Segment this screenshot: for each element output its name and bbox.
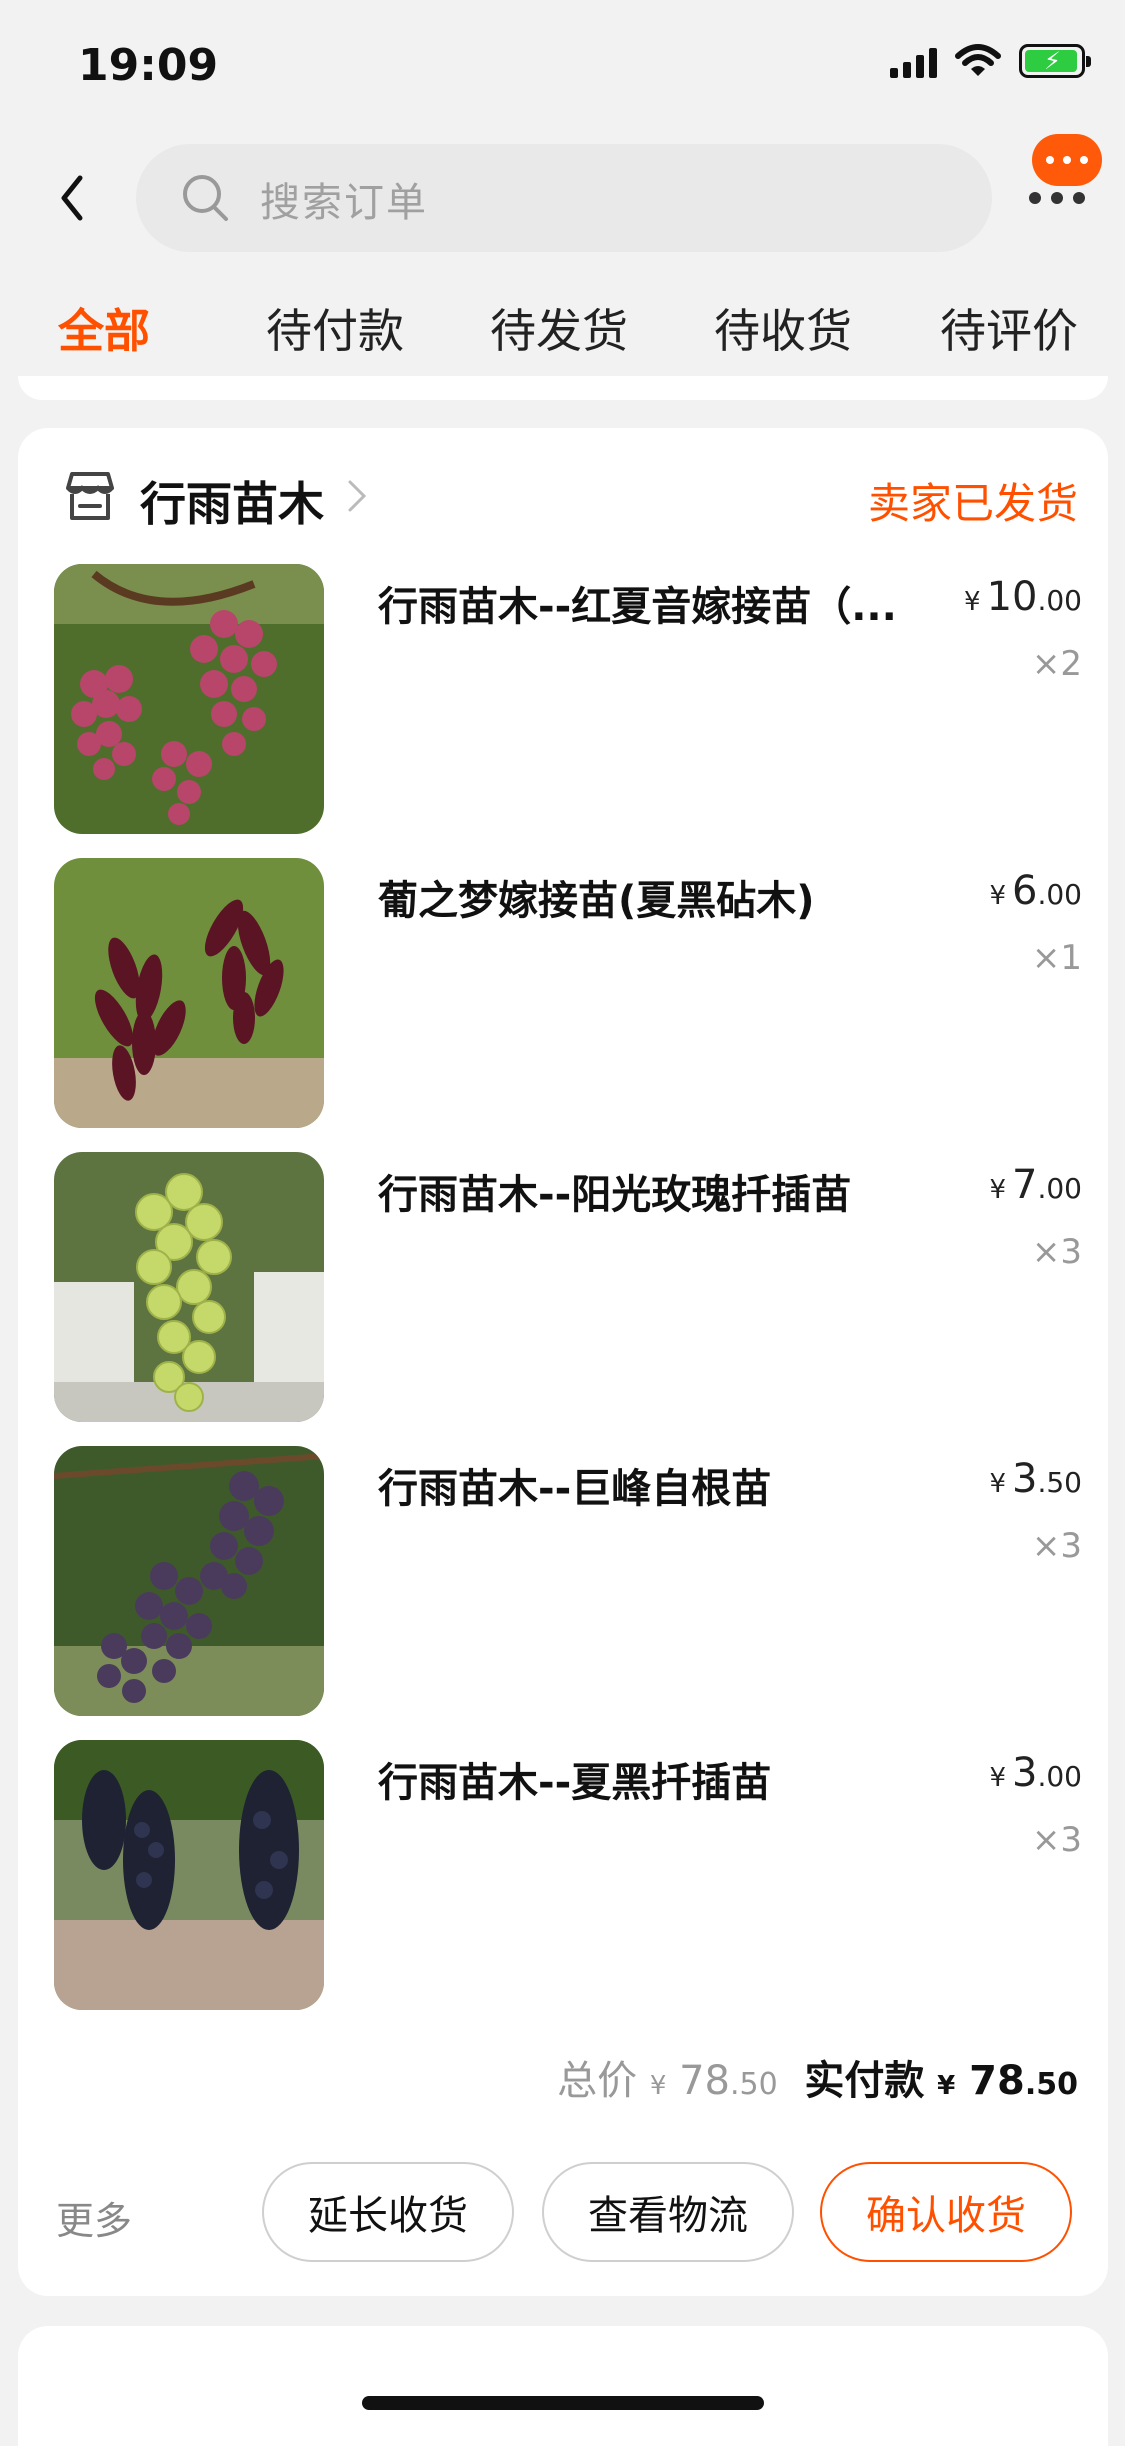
paid-amount-value: ¥ 78.50	[937, 2058, 1078, 2104]
order-item[interactable]: 葡之梦嫁接苗(夏黑砧木) ¥6.00 ×1	[54, 858, 1082, 1128]
product-image	[54, 1740, 324, 2010]
back-arrow-icon[interactable]	[52, 168, 92, 228]
item-quantity: ×3	[1031, 1526, 1082, 1566]
shop-icon	[66, 472, 114, 520]
item-price: ¥3.00	[989, 1750, 1082, 1796]
chevron-right-icon	[348, 480, 367, 512]
tab-all[interactable]: 全部	[58, 295, 150, 361]
search-bar[interactable]: 搜索订单	[136, 144, 992, 252]
order-item[interactable]: 行雨苗木--红夏音嫁接苗（... ¥10.00 ×2	[54, 564, 1082, 834]
total-price-label: 总价	[557, 2058, 638, 2104]
search-icon	[183, 175, 228, 221]
more-menu-button[interactable]	[1026, 130, 1106, 220]
confirm-receipt-button[interactable]: 确认收货	[820, 2162, 1072, 2262]
paid-amount-label: 实付款	[804, 2058, 925, 2104]
item-quantity: ×3	[1031, 1232, 1082, 1272]
order-status: 卖家已发货	[867, 479, 1078, 528]
item-price: ¥10.00	[964, 574, 1082, 620]
order-totals: 总价 ¥ 78.50 实付款 ¥ 78.50	[557, 2048, 1078, 2106]
item-quantity: ×3	[1031, 1820, 1082, 1860]
status-icons: ⚡	[890, 44, 1091, 78]
status-time: 19:09	[78, 40, 219, 91]
item-title: 行雨苗木--巨峰自根苗	[378, 1466, 772, 1512]
order-card[interactable]: 行雨苗木 卖家已发货 行雨苗木--红夏音嫁接苗（... ¥10.00 ×2 葡之…	[18, 428, 1108, 2296]
tab-pending-shipment[interactable]: 待发货	[490, 295, 628, 361]
home-indicator[interactable]	[362, 2396, 764, 2410]
next-order-card-edge	[18, 2326, 1108, 2446]
product-image	[54, 564, 324, 834]
tab-pending-receipt[interactable]: 待收货	[714, 295, 852, 361]
extend-receipt-button[interactable]: 延长收货	[262, 2162, 514, 2262]
search-placeholder: 搜索订单	[260, 180, 428, 226]
product-image	[54, 1152, 324, 1422]
message-bubble-icon	[1032, 134, 1102, 186]
item-title: 行雨苗木--夏黑扦插苗	[378, 1760, 772, 1806]
previous-card-edge	[18, 376, 1108, 400]
more-actions-link[interactable]: 更多	[56, 2190, 132, 2245]
item-title: 葡之梦嫁接苗(夏黑砧木)	[378, 878, 815, 924]
total-price-value: ¥ 78.50	[649, 2058, 778, 2104]
item-quantity: ×1	[1031, 938, 1082, 978]
product-image	[54, 1446, 324, 1716]
view-logistics-button[interactable]: 查看物流	[542, 2162, 794, 2262]
item-price: ¥3.50	[989, 1456, 1082, 1502]
item-price: ¥6.00	[989, 868, 1082, 914]
cellular-signal-icon	[890, 44, 937, 78]
status-bar: 19:09 ⚡	[0, 0, 1125, 130]
order-item[interactable]: 行雨苗木--巨峰自根苗 ¥3.50 ×3	[54, 1446, 1082, 1716]
order-item[interactable]: 行雨苗木--夏黑扦插苗 ¥3.00 ×3	[54, 1740, 1082, 2010]
tab-pending-payment[interactable]: 待付款	[266, 295, 404, 361]
order-item[interactable]: 行雨苗木--阳光玫瑰扦插苗 ¥7.00 ×3	[54, 1152, 1082, 1422]
item-quantity: ×2	[1031, 644, 1082, 684]
more-dots-icon	[1029, 192, 1085, 204]
order-tabs: 全部 待付款 待发货 待收货 待评价	[0, 295, 1125, 375]
product-image	[54, 858, 324, 1128]
item-title: 行雨苗木--红夏音嫁接苗（...	[378, 584, 897, 630]
order-actions: 更多 延长收货 查看物流 确认收货	[18, 2162, 1108, 2266]
item-title: 行雨苗木--阳光玫瑰扦插苗	[378, 1172, 852, 1218]
battery-charging-icon: ⚡	[1019, 44, 1091, 78]
wifi-icon	[955, 44, 1001, 76]
tab-pending-review[interactable]: 待评价	[940, 295, 1078, 361]
shop-name[interactable]: 行雨苗木	[140, 468, 324, 534]
item-price: ¥7.00	[989, 1162, 1082, 1208]
